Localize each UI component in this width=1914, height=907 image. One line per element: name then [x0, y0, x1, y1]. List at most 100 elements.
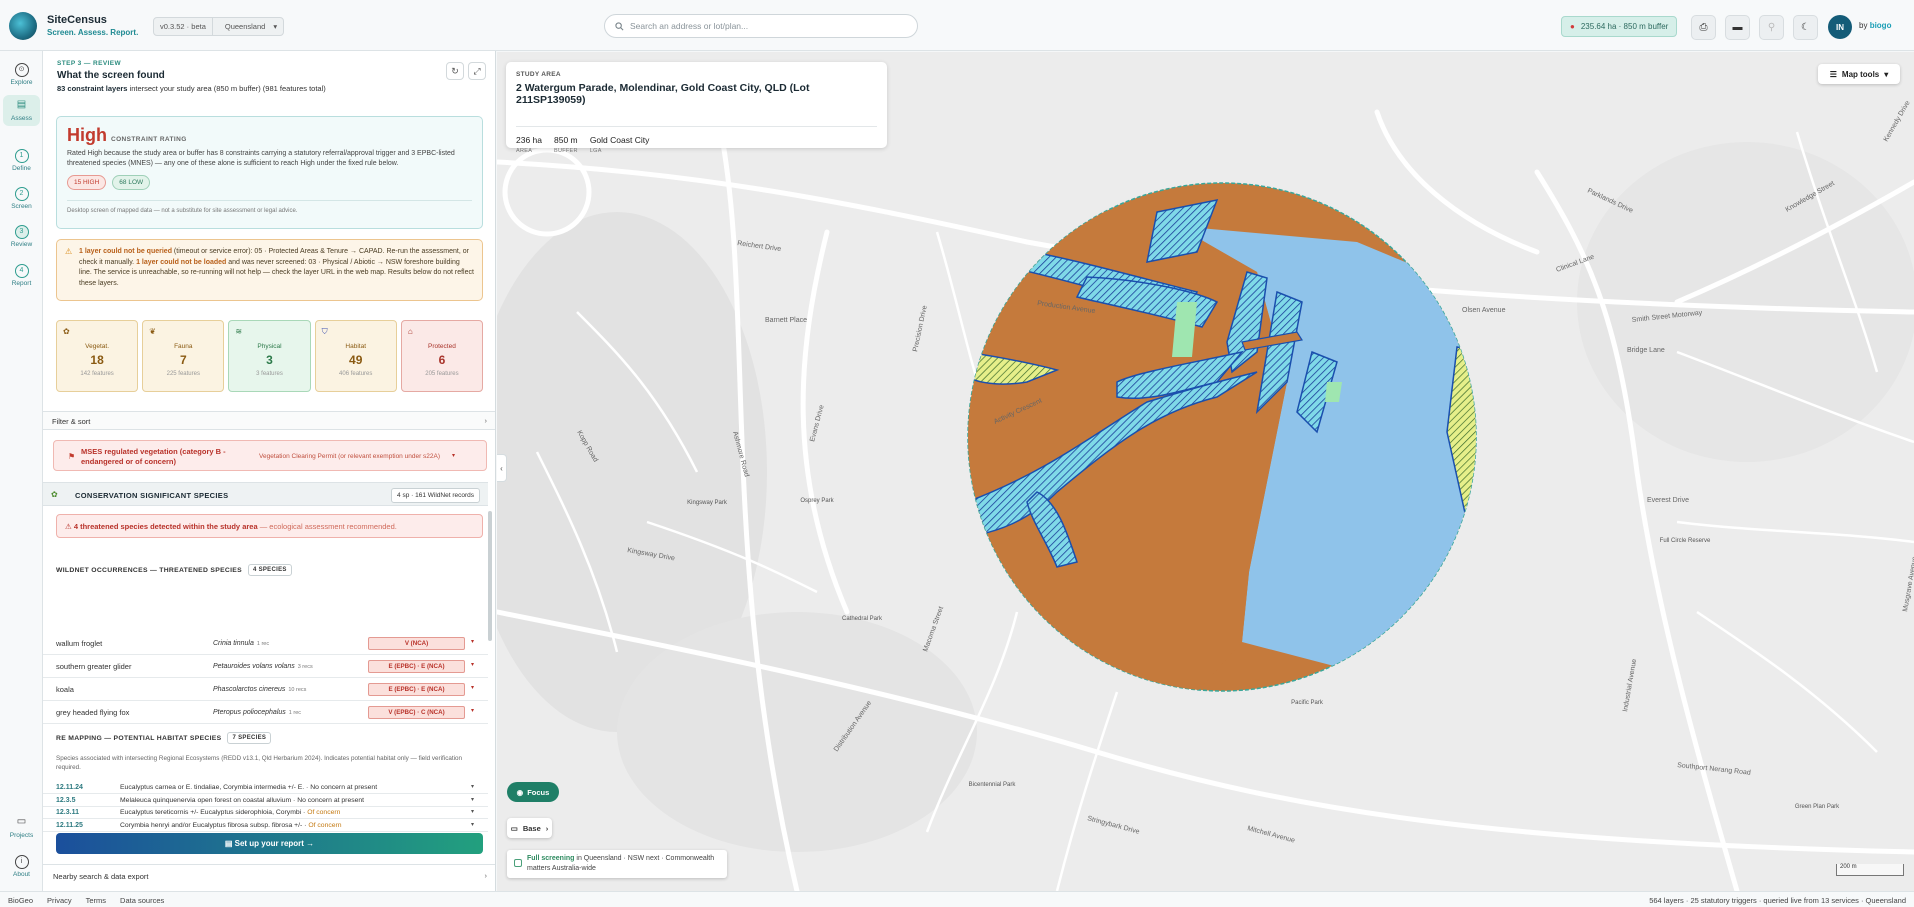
map-tools-label: Map tools [1841, 69, 1880, 79]
chevron-down-icon: ▾ [471, 639, 475, 645]
card-vegetation[interactable]: ✿ Vegetat. 18 142 features [56, 320, 139, 392]
mses-detail: Vegetation Clearing Permit (or relevant … [259, 453, 441, 460]
footer-link-data-sources[interactable]: Data sources [120, 896, 164, 905]
species-records: 1 rec [288, 710, 302, 716]
wildnet-heading: WILDNET OCCURRENCES — THREATENED SPECIES [56, 566, 242, 574]
re-row[interactable]: 12.3.11 Eucalyptus tereticornis +/- Eucal… [43, 807, 488, 819]
species-records: 1 rec [256, 641, 270, 647]
base-map-button[interactable]: ▭ Base › [507, 818, 552, 838]
warning-icon: ⚠ [65, 247, 73, 256]
version-label: v0.3.52 · beta [160, 22, 206, 31]
street-label: Barnett Place [765, 317, 807, 324]
mses-vegetation-row[interactable]: ⚑ MSES regulated vegetation (category B … [53, 440, 487, 471]
state-selector[interactable]: Queensland ▾ [213, 22, 283, 31]
card-protected[interactable]: ⌂ Protected 6 205 features [400, 320, 484, 392]
filter-sort-toggle[interactable]: Filter & sort › [43, 411, 495, 430]
re-row[interactable]: 12.11.24 Eucalyptus carnea or E. tindali… [43, 782, 488, 794]
disclaimer: Desktop screen of mapped data — not a su… [67, 200, 472, 214]
stat-label: AREA [516, 148, 533, 154]
sitecensus-logo[interactable] [9, 12, 37, 40]
panel-scrollbar[interactable] [488, 511, 492, 641]
rail-step-review[interactable]: 3 Review [0, 225, 43, 248]
collapse-panel-button[interactable]: ‹ [497, 454, 507, 482]
card-habitat[interactable]: ⛉ Habitat 49 406 features [314, 320, 397, 392]
refresh-icon: ↻ [451, 65, 459, 76]
expand-button[interactable]: ⤢ [468, 62, 486, 80]
user-avatar[interactable]: IN [1828, 15, 1852, 39]
chevron-down-icon: ▾ [471, 821, 475, 828]
refresh-button[interactable]: ↻ [446, 62, 464, 80]
dark-mode-button[interactable]: ☾ [1793, 15, 1818, 40]
card-value: 7 [179, 353, 187, 367]
re-row[interactable]: 12.3.5 Melaleuca quinquenervia open fore… [43, 795, 488, 807]
biogeo-brand: biogo [1869, 21, 1892, 30]
version-state-selector[interactable]: v0.3.52 · beta Queensland ▾ [153, 17, 285, 36]
rating-label: CONSTRAINT RATING [111, 136, 187, 143]
chevron-left-icon: ‹ [500, 463, 503, 473]
step-label: STEP 3 — REVIEW [57, 60, 122, 67]
map-canvas[interactable]: Parklands Drive Smith Street Motorway Ol… [497, 52, 1914, 891]
setup-report-button[interactable]: ▤ Set up your report → [56, 833, 483, 854]
shield-icon: ⛉ [321, 327, 328, 336]
place-label: Cathedral Park [842, 616, 883, 622]
search-icon [615, 21, 624, 30]
rail-step-define[interactable]: 1 Define [0, 149, 43, 172]
re-section-header: RE MAPPING — POTENTIAL HABITAT SPECIES 7… [56, 732, 272, 744]
nearby-search-toggle[interactable]: Nearby search & data export › [43, 864, 495, 886]
footer-link-biogeo[interactable]: BioGeo [8, 896, 33, 905]
folder-button[interactable]: ▬ [1725, 15, 1750, 40]
conservation-species-header[interactable]: ✿ CONSERVATION SIGNIFICANT SPECIES 4 sp … [43, 482, 488, 506]
area-buffer-text: 235.64 ha · 850 m buffer [1580, 22, 1669, 31]
rail-step-report[interactable]: 4 Report [0, 264, 43, 287]
focus-label: Focus [527, 787, 550, 797]
rail-about[interactable]: i About [0, 855, 43, 878]
full-screening-label: Full screening [527, 855, 575, 862]
rail-assess[interactable]: ▤ Assess [3, 95, 40, 126]
filter-sort-label: Filter & sort [52, 417, 91, 426]
print-button[interactable]: ⎙ [1691, 15, 1716, 40]
card-physical[interactable]: ≋ Physical 3 3 features [228, 320, 311, 392]
wildnet-badge: 4 SPECIES [247, 564, 292, 576]
place-label: Pacific Park [1291, 700, 1324, 706]
setup-report-label: Set up your report → [234, 839, 315, 848]
card-value: 18 [90, 353, 104, 367]
study-address: 2 Watergum Parade, Molendinar, Gold Coas… [516, 82, 810, 106]
pin-button[interactable]: ⚲ [1759, 15, 1784, 40]
chevron-down-icon: ▾ [1884, 69, 1889, 79]
species-scientific: Pteropus poliocephalus 1 rec [213, 709, 301, 716]
footer-link-terms[interactable]: Terms [86, 896, 106, 905]
rail-explore[interactable]: ⊙ Explore [0, 63, 43, 86]
clipboard-icon: ▤ [16, 99, 27, 110]
species-row[interactable]: koala Phascolarctos cinereus 10 recs E (E… [43, 678, 488, 701]
footer-link-privacy[interactable]: Privacy [47, 896, 72, 905]
re-row[interactable]: 12.11.25 Corymbia henryi and/or Eucalyptu… [43, 820, 488, 832]
species-row[interactable]: wallum froglet Crinia tinnula 1 rec V (NC… [43, 632, 488, 655]
species-sci: Crinia tinnula [213, 640, 254, 647]
chevron-down-icon: ▾ [471, 796, 475, 803]
focus-button[interactable]: ◉ Focus [507, 782, 559, 802]
map-tools-button[interactable]: ☰ Map tools ▾ [1818, 64, 1900, 84]
species-row[interactable]: grey headed flying fox Pteropus poliocep… [43, 701, 488, 724]
expand-icon: ⤢ [473, 65, 481, 76]
threat-rest: — ecological assessment recommended. [257, 522, 397, 531]
street-label: Olsen Avenue [1462, 307, 1506, 314]
chevron-right-icon: › [484, 871, 488, 880]
rail-projects[interactable]: ▭ Projects [0, 816, 43, 839]
chevron-down-icon: ▾ [471, 708, 475, 714]
low-count-chip[interactable]: 68 LOW [112, 175, 151, 190]
step-2-badge: 2 [14, 187, 29, 201]
species-row[interactable]: southern greater glider Petauroides vola… [43, 655, 488, 678]
address-search[interactable]: Search an address or lot/plan... [604, 14, 918, 38]
rail-step-screen[interactable]: 2 Screen [0, 187, 43, 210]
rating-explanation: Rated High because the study area or buf… [67, 150, 455, 167]
high-count-chip[interactable]: 15 HIGH [67, 175, 107, 190]
rail-projects-label: Projects [9, 832, 34, 839]
species-status: V (NCA) [368, 637, 465, 650]
species-status: E (EPBC) · E (NCA) [368, 683, 465, 696]
re-desc: Eucalyptus tereticornis +/- Eucalyptus s… [120, 809, 340, 816]
area-buffer-pill[interactable]: ● 235.64 ha · 850 m buffer [1561, 16, 1678, 37]
re-desc-text: Eucalyptus tereticornis +/- Eucalyptus s… [120, 809, 308, 816]
map-view[interactable]: Parklands Drive Smith Street Motorway Ol… [497, 52, 1914, 891]
card-label: Habitat [345, 343, 367, 350]
card-fauna[interactable]: ❦ Fauna 7 225 features [142, 320, 225, 392]
